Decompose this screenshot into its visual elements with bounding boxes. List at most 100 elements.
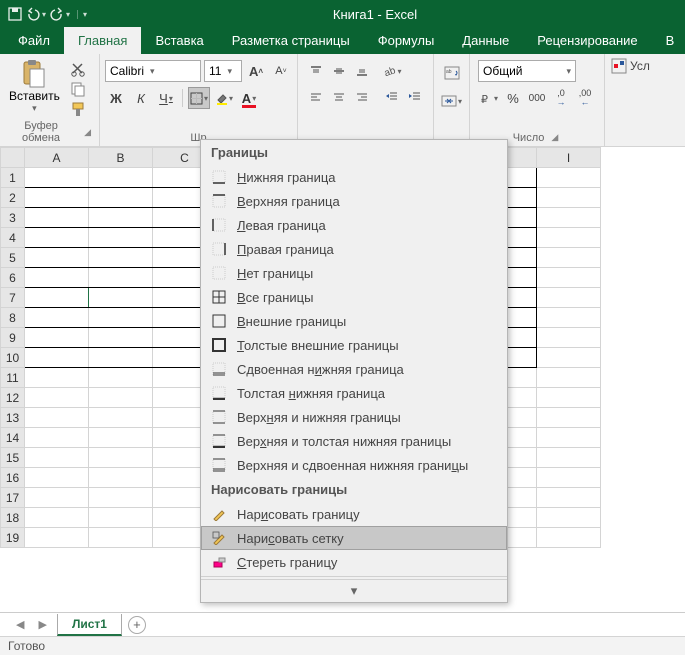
menu-item-border[interactable]: Толстые внешние границы xyxy=(201,333,507,357)
tab-file[interactable]: Файл xyxy=(4,27,64,54)
cell[interactable] xyxy=(89,428,153,448)
row-header[interactable]: 10 xyxy=(1,348,25,368)
row-header[interactable]: 9 xyxy=(1,328,25,348)
borders-button[interactable] xyxy=(188,87,210,109)
number-format-combo[interactable]: Общий▾ xyxy=(478,60,576,82)
align-middle-icon[interactable] xyxy=(328,60,350,82)
cell[interactable] xyxy=(89,528,153,548)
menu-item-border[interactable]: Толстая нижняя граница xyxy=(201,381,507,405)
cell[interactable] xyxy=(25,508,89,528)
row-header[interactable]: 6 xyxy=(1,268,25,288)
cell[interactable] xyxy=(25,528,89,548)
align-right-icon[interactable] xyxy=(351,86,373,108)
row-header[interactable]: 12 xyxy=(1,388,25,408)
row-header[interactable]: 1 xyxy=(1,168,25,188)
conditional-formatting-partial[interactable]: Усл xyxy=(611,58,650,74)
sheet-tab[interactable]: Лист1 xyxy=(57,614,122,636)
bold-button[interactable]: Ж xyxy=(105,87,127,109)
cell[interactable] xyxy=(537,428,601,448)
menu-expand-icon[interactable]: ▾ xyxy=(201,579,507,602)
cell[interactable] xyxy=(25,308,89,328)
decrease-decimal-icon[interactable]: ,00← xyxy=(574,87,596,109)
copy-icon[interactable] xyxy=(70,81,86,97)
align-center-icon[interactable] xyxy=(328,86,350,108)
menu-item-border[interactable]: Все границы xyxy=(201,285,507,309)
sheet-nav-prev-icon[interactable]: ◀ xyxy=(12,618,28,631)
cell[interactable] xyxy=(89,308,153,328)
cell[interactable] xyxy=(89,328,153,348)
menu-item-border[interactable]: Правая граница xyxy=(201,237,507,261)
cut-icon[interactable] xyxy=(70,61,86,77)
undo-dropdown-icon[interactable]: ▾ xyxy=(42,10,46,19)
cell[interactable] xyxy=(537,468,601,488)
increase-indent-icon[interactable] xyxy=(404,86,426,108)
cell[interactable] xyxy=(89,348,153,368)
cell[interactable] xyxy=(25,188,89,208)
font-color-button[interactable]: A xyxy=(238,87,260,109)
paste-dropdown-icon[interactable]: ▾ xyxy=(32,103,37,114)
cell[interactable] xyxy=(537,448,601,468)
menu-item-border[interactable]: Сдвоенная нижняя граница xyxy=(201,357,507,381)
cell[interactable] xyxy=(25,448,89,468)
increase-decimal-icon[interactable]: ,0→ xyxy=(550,87,572,109)
accounting-format-icon[interactable]: ₽ xyxy=(478,87,500,109)
cell[interactable] xyxy=(25,388,89,408)
menu-item-border[interactable]: Нет границы xyxy=(201,261,507,285)
row-header[interactable]: 16 xyxy=(1,468,25,488)
cell[interactable] xyxy=(89,488,153,508)
underline-button[interactable]: Ч xyxy=(155,87,177,109)
cell[interactable] xyxy=(25,428,89,448)
cell[interactable] xyxy=(25,328,89,348)
cell[interactable] xyxy=(25,168,89,188)
row-header[interactable]: 14 xyxy=(1,428,25,448)
cell[interactable] xyxy=(537,348,601,368)
cell[interactable] xyxy=(89,248,153,268)
row-header[interactable]: 2 xyxy=(1,188,25,208)
cell[interactable] xyxy=(89,408,153,428)
undo-icon[interactable] xyxy=(26,7,40,21)
format-painter-icon[interactable] xyxy=(70,101,86,117)
italic-button[interactable]: К xyxy=(130,87,152,109)
menu-item-border[interactable]: Внешние границы xyxy=(201,309,507,333)
cell[interactable] xyxy=(25,228,89,248)
menu-item-draw-border[interactable]: Нарисовать сетку xyxy=(201,526,507,550)
cell[interactable] xyxy=(25,468,89,488)
sheet-nav-next-icon[interactable]: ▶ xyxy=(34,618,50,631)
row-header[interactable]: 11 xyxy=(1,368,25,388)
cell[interactable] xyxy=(537,328,601,348)
menu-item-border[interactable]: Левая граница xyxy=(201,213,507,237)
row-header[interactable]: 17 xyxy=(1,488,25,508)
decrease-indent-icon[interactable] xyxy=(381,86,403,108)
cell[interactable] xyxy=(89,508,153,528)
cell[interactable] xyxy=(537,248,601,268)
cell[interactable] xyxy=(89,388,153,408)
font-name-combo[interactable]: Calibri▾ xyxy=(105,60,201,82)
save-icon[interactable] xyxy=(8,7,22,21)
comma-format-icon[interactable]: 000 xyxy=(526,87,548,109)
wrap-text-icon[interactable]: ab xyxy=(441,62,463,84)
qat-customize-icon[interactable]: ▾ xyxy=(77,10,87,19)
cell[interactable] xyxy=(25,368,89,388)
menu-item-draw-border[interactable]: Стереть границу xyxy=(201,550,507,574)
row-header[interactable]: 7 xyxy=(1,288,25,308)
tab-page-layout[interactable]: Разметка страницы xyxy=(218,27,364,54)
menu-item-border[interactable]: Верхняя и сдвоенная нижняя границы xyxy=(201,453,507,477)
decrease-font-icon[interactable]: A˅ xyxy=(270,60,292,82)
orientation-icon[interactable]: ab xyxy=(381,60,403,82)
cell[interactable] xyxy=(89,168,153,188)
cell[interactable] xyxy=(537,188,601,208)
tab-home[interactable]: Главная xyxy=(64,27,141,54)
cell[interactable] xyxy=(89,268,153,288)
cell[interactable] xyxy=(537,228,601,248)
column-header[interactable]: I xyxy=(537,148,601,168)
cell[interactable] xyxy=(89,228,153,248)
row-header[interactable]: 4 xyxy=(1,228,25,248)
cell[interactable] xyxy=(89,188,153,208)
percent-format-icon[interactable]: % xyxy=(502,87,524,109)
cell[interactable] xyxy=(89,368,153,388)
row-header[interactable]: 13 xyxy=(1,408,25,428)
redo-icon[interactable] xyxy=(50,7,64,21)
cell[interactable] xyxy=(537,508,601,528)
row-header[interactable]: 3 xyxy=(1,208,25,228)
row-header[interactable]: 15 xyxy=(1,448,25,468)
